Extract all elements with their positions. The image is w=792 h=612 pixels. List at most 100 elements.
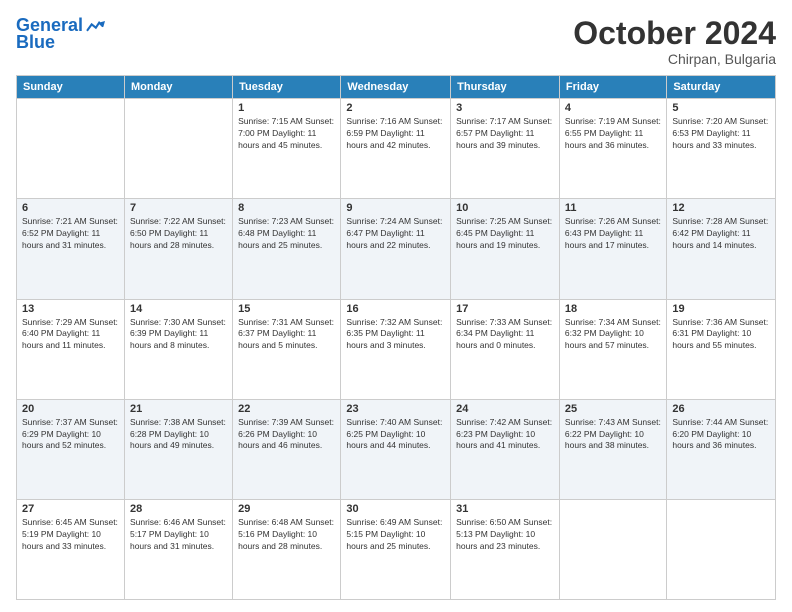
week-row-4: 20 Sunrise: 7:37 AM Sunset: 6:29 PM Dayli…: [17, 399, 776, 499]
day-info: Sunrise: 7:44 AM Sunset: 6:20 PM Dayligh…: [672, 417, 770, 453]
day-info: Sunrise: 7:34 AM Sunset: 6:32 PM Dayligh…: [565, 317, 661, 353]
week-row-5: 27 Sunrise: 6:45 AM Sunset: 5:19 PM Dayli…: [17, 499, 776, 599]
day-number: 19: [672, 303, 770, 315]
day-cell: 13 Sunrise: 7:29 AM Sunset: 6:40 PM Dayli…: [17, 299, 125, 399]
day-cell: 12 Sunrise: 7:28 AM Sunset: 6:42 PM Dayli…: [667, 199, 776, 299]
day-info: Sunrise: 7:31 AM Sunset: 6:37 PM Dayligh…: [238, 317, 335, 353]
day-number: 14: [130, 303, 227, 315]
day-number: 13: [22, 303, 119, 315]
day-number: 11: [565, 202, 661, 214]
day-number: 20: [22, 403, 119, 415]
day-number: 31: [456, 503, 554, 515]
day-cell: 31 Sunrise: 6:50 AM Sunset: 5:13 PM Dayli…: [451, 499, 560, 599]
day-info: Sunrise: 6:45 AM Sunset: 5:19 PM Dayligh…: [22, 517, 119, 553]
day-number: 16: [346, 303, 445, 315]
day-cell: 17 Sunrise: 7:33 AM Sunset: 6:34 PM Dayli…: [451, 299, 560, 399]
day-number: 27: [22, 503, 119, 515]
day-info: Sunrise: 7:28 AM Sunset: 6:42 PM Dayligh…: [672, 216, 770, 252]
calendar-page: General Blue October 2024 Chirpan, Bulga…: [0, 0, 792, 612]
day-number: 1: [238, 102, 335, 114]
day-cell: 5Sunrise: 7:20 AM Sunset: 6:53 PM Daylig…: [667, 99, 776, 199]
day-cell: [17, 99, 125, 199]
day-number: 3: [456, 102, 554, 114]
day-cell: 26 Sunrise: 7:44 AM Sunset: 6:20 PM Dayli…: [667, 399, 776, 499]
day-info: Sunrise: 7:19 AM Sunset: 6:55 PM Dayligh…: [565, 116, 661, 152]
day-info: Sunrise: 7:30 AM Sunset: 6:39 PM Dayligh…: [130, 317, 227, 353]
week-row-3: 13 Sunrise: 7:29 AM Sunset: 6:40 PM Dayli…: [17, 299, 776, 399]
weekday-header-monday: Monday: [124, 76, 232, 99]
day-info: Sunrise: 7:24 AM Sunset: 6:47 PM Dayligh…: [346, 216, 445, 252]
day-cell: [667, 499, 776, 599]
day-cell: [559, 499, 666, 599]
day-info: Sunrise: 7:25 AM Sunset: 6:45 PM Dayligh…: [456, 216, 554, 252]
day-cell: 18Sunrise: 7:34 AM Sunset: 6:32 PM Dayli…: [559, 299, 666, 399]
day-info: Sunrise: 7:42 AM Sunset: 6:23 PM Dayligh…: [456, 417, 554, 453]
day-cell: 11 Sunrise: 7:26 AM Sunset: 6:43 PM Dayli…: [559, 199, 666, 299]
day-info: Sunrise: 6:46 AM Sunset: 5:17 PM Dayligh…: [130, 517, 227, 553]
week-row-2: 6 Sunrise: 7:21 AM Sunset: 6:52 PM Daylig…: [17, 199, 776, 299]
day-number: 8: [238, 202, 335, 214]
day-info: Sunrise: 7:38 AM Sunset: 6:28 PM Dayligh…: [130, 417, 227, 453]
weekday-header-friday: Friday: [559, 76, 666, 99]
day-info: Sunrise: 7:26 AM Sunset: 6:43 PM Dayligh…: [565, 216, 661, 252]
day-cell: 19 Sunrise: 7:36 AM Sunset: 6:31 PM Dayli…: [667, 299, 776, 399]
day-cell: 25 Sunrise: 7:43 AM Sunset: 6:22 PM Dayli…: [559, 399, 666, 499]
day-number: 17: [456, 303, 554, 315]
day-cell: 21 Sunrise: 7:38 AM Sunset: 6:28 PM Dayli…: [124, 399, 232, 499]
day-info: Sunrise: 7:33 AM Sunset: 6:34 PM Dayligh…: [456, 317, 554, 353]
day-number: 22: [238, 403, 335, 415]
day-cell: 14 Sunrise: 7:30 AM Sunset: 6:39 PM Dayli…: [124, 299, 232, 399]
week-row-1: 1Sunrise: 7:15 AM Sunset: 7:00 PM Daylig…: [17, 99, 776, 199]
day-info: Sunrise: 7:43 AM Sunset: 6:22 PM Dayligh…: [565, 417, 661, 453]
day-cell: 27 Sunrise: 6:45 AM Sunset: 5:19 PM Dayli…: [17, 499, 125, 599]
day-info: Sunrise: 7:20 AM Sunset: 6:53 PM Dayligh…: [672, 116, 770, 152]
day-number: 23: [346, 403, 445, 415]
day-number: 4: [565, 102, 661, 114]
day-info: Sunrise: 7:37 AM Sunset: 6:29 PM Dayligh…: [22, 417, 119, 453]
day-cell: 23 Sunrise: 7:40 AM Sunset: 6:25 PM Dayli…: [341, 399, 451, 499]
day-info: Sunrise: 7:23 AM Sunset: 6:48 PM Dayligh…: [238, 216, 335, 252]
weekday-header-row: SundayMondayTuesdayWednesdayThursdayFrid…: [17, 76, 776, 99]
day-cell: [124, 99, 232, 199]
weekday-header-tuesday: Tuesday: [233, 76, 341, 99]
day-number: 28: [130, 503, 227, 515]
title-area: October 2024 Chirpan, Bulgaria: [573, 16, 776, 67]
day-info: Sunrise: 6:50 AM Sunset: 5:13 PM Dayligh…: [456, 517, 554, 553]
day-info: Sunrise: 7:29 AM Sunset: 6:40 PM Dayligh…: [22, 317, 119, 353]
day-info: Sunrise: 7:36 AM Sunset: 6:31 PM Dayligh…: [672, 317, 770, 353]
day-cell: 22 Sunrise: 7:39 AM Sunset: 6:26 PM Dayli…: [233, 399, 341, 499]
day-cell: 10 Sunrise: 7:25 AM Sunset: 6:45 PM Dayli…: [451, 199, 560, 299]
day-info: Sunrise: 6:48 AM Sunset: 5:16 PM Dayligh…: [238, 517, 335, 553]
day-number: 10: [456, 202, 554, 214]
day-cell: 24 Sunrise: 7:42 AM Sunset: 6:23 PM Dayli…: [451, 399, 560, 499]
day-number: 21: [130, 403, 227, 415]
location: Chirpan, Bulgaria: [573, 51, 776, 67]
day-cell: 30Sunrise: 6:49 AM Sunset: 5:15 PM Dayli…: [341, 499, 451, 599]
day-number: 24: [456, 403, 554, 415]
day-number: 9: [346, 202, 445, 214]
day-number: 12: [672, 202, 770, 214]
logo: General Blue: [16, 16, 105, 53]
day-cell: 29 Sunrise: 6:48 AM Sunset: 5:16 PM Dayli…: [233, 499, 341, 599]
day-number: 6: [22, 202, 119, 214]
day-info: Sunrise: 7:32 AM Sunset: 6:35 PM Dayligh…: [346, 317, 445, 353]
logo-icon: [85, 16, 105, 36]
day-info: Sunrise: 7:22 AM Sunset: 6:50 PM Dayligh…: [130, 216, 227, 252]
header: General Blue October 2024 Chirpan, Bulga…: [16, 16, 776, 67]
day-info: Sunrise: 7:21 AM Sunset: 6:52 PM Dayligh…: [22, 216, 119, 252]
day-number: 26: [672, 403, 770, 415]
day-cell: 2 Sunrise: 7:16 AM Sunset: 6:59 PM Daylig…: [341, 99, 451, 199]
day-info: Sunrise: 7:16 AM Sunset: 6:59 PM Dayligh…: [346, 116, 445, 152]
weekday-header-wednesday: Wednesday: [341, 76, 451, 99]
day-cell: 6 Sunrise: 7:21 AM Sunset: 6:52 PM Daylig…: [17, 199, 125, 299]
day-cell: 4 Sunrise: 7:19 AM Sunset: 6:55 PM Daylig…: [559, 99, 666, 199]
day-info: Sunrise: 7:39 AM Sunset: 6:26 PM Dayligh…: [238, 417, 335, 453]
day-number: 2: [346, 102, 445, 114]
day-info: Sunrise: 7:40 AM Sunset: 6:25 PM Dayligh…: [346, 417, 445, 453]
day-number: 29: [238, 503, 335, 515]
month-title: October 2024: [573, 16, 776, 51]
day-number: 25: [565, 403, 661, 415]
day-info: Sunrise: 7:17 AM Sunset: 6:57 PM Dayligh…: [456, 116, 554, 152]
day-number: 15: [238, 303, 335, 315]
day-cell: 9 Sunrise: 7:24 AM Sunset: 6:47 PM Daylig…: [341, 199, 451, 299]
